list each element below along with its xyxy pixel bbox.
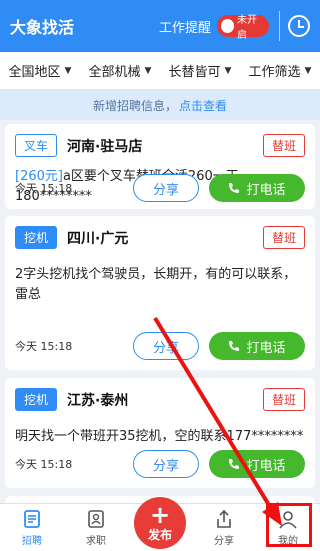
- toggle-knob: [221, 19, 235, 33]
- publish-button[interactable]: + 发布: [134, 497, 186, 549]
- substitute-tag: 替班: [262, 134, 305, 157]
- phone-icon: [229, 341, 240, 351]
- tab-share[interactable]: 分享: [192, 504, 256, 551]
- header-divider: [279, 11, 280, 41]
- phone-icon: [229, 183, 240, 193]
- post-time: 今天 15:18: [15, 458, 73, 471]
- share-button[interactable]: 分享: [133, 174, 199, 202]
- tab-job-seek[interactable]: 求职: [64, 504, 128, 551]
- plus-icon: +: [149, 500, 171, 529]
- job-description: 明天找一个带班开35挖机，空的联系177********: [15, 429, 304, 444]
- post-time: 今天 15:18: [15, 340, 73, 353]
- share-button[interactable]: 分享: [133, 450, 199, 478]
- filter-work-label: 工作筛选: [248, 65, 301, 80]
- caret-down-icon: ▼: [64, 65, 72, 76]
- machine-type-tag: 叉车: [15, 134, 58, 157]
- notice-view-link[interactable]: 点击查看: [179, 97, 227, 114]
- caret-down-icon: ▼: [304, 65, 312, 76]
- tab-share-label: 分享: [214, 536, 234, 547]
- highlight-box: [266, 503, 312, 547]
- substitute-tag: 替班: [262, 226, 305, 249]
- job-description: 2字头挖机找个驾驶员，长期开，有的可以联系，雷总: [15, 267, 297, 302]
- share-icon: [217, 509, 231, 528]
- job-location: 江苏·泰州: [67, 392, 129, 409]
- phone-icon: [229, 459, 240, 469]
- caret-down-icon: ▼: [144, 65, 152, 76]
- publish-label: 发布: [147, 527, 172, 542]
- notice-text: 新增招聘信息，: [92, 98, 177, 113]
- new-jobs-notice[interactable]: 新增招聘信息， 点击查看: [0, 90, 320, 120]
- filter-work[interactable]: 工作筛选 ▼: [249, 61, 312, 80]
- job-location: 四川·广元: [67, 230, 129, 247]
- job-card[interactable]: 挖机 江苏·泰州 替班 明天找一个带班开35挖机，空的联系177********…: [5, 378, 315, 488]
- toggle-status-text: 未开启: [237, 15, 258, 41]
- filter-region-label: 全国地区: [8, 65, 61, 80]
- call-button-label: 打电话: [246, 458, 286, 474]
- machine-type-tag: 挖机: [15, 226, 58, 249]
- call-button-label: 打电话: [246, 340, 286, 356]
- filter-duration[interactable]: 长替皆可 ▼: [169, 61, 232, 80]
- filter-bar: 全国地区 ▼ 全部机械 ▼ 长替皆可 ▼ 工作筛选 ▼: [0, 52, 320, 90]
- filter-machinery-label: 全部机械: [88, 65, 141, 80]
- filter-region[interactable]: 全国地区 ▼: [9, 61, 72, 80]
- call-button-label: 打电话: [246, 182, 286, 198]
- clock-icon[interactable]: [288, 15, 310, 37]
- call-button[interactable]: 打电话: [209, 174, 305, 202]
- call-button[interactable]: 打电话: [209, 332, 305, 360]
- card-actions: 今天 15:18 分享 打电话: [15, 332, 305, 360]
- filter-machinery[interactable]: 全部机械 ▼: [89, 61, 152, 80]
- machine-type-tag: 挖机: [15, 388, 58, 411]
- work-reminder-label: 工作提醒: [158, 20, 211, 36]
- tab-recruit-label: 招聘: [22, 536, 42, 547]
- tab-recruit[interactable]: 招聘: [0, 504, 64, 551]
- call-button[interactable]: 打电话: [209, 450, 305, 478]
- filter-duration-label: 长替皆可: [168, 65, 221, 80]
- app-title: 大象找活: [10, 18, 75, 37]
- top-header: 大象找活 工作提醒 未开启: [0, 0, 320, 52]
- recruit-doc-icon: [24, 510, 40, 528]
- job-card[interactable]: 挖机 四川·广元 替班 2字头挖机找个驾驶员，长期开，有的可以联系，雷总 今天 …: [5, 216, 315, 370]
- card-actions: 今天 15:18 分享 打电话: [15, 450, 305, 478]
- job-location: 河南·驻马店: [67, 138, 143, 155]
- resume-icon: [88, 510, 104, 528]
- substitute-tag: 替班: [262, 388, 305, 411]
- caret-down-icon: ▼: [224, 65, 232, 76]
- tab-job-seek-label: 求职: [86, 536, 106, 547]
- share-button[interactable]: 分享: [133, 332, 199, 360]
- work-reminder-toggle[interactable]: 未开启: [217, 15, 269, 41]
- card-actions: 今天 15:18 分享 打电话: [15, 174, 305, 202]
- post-time: 今天 15:18: [15, 182, 73, 195]
